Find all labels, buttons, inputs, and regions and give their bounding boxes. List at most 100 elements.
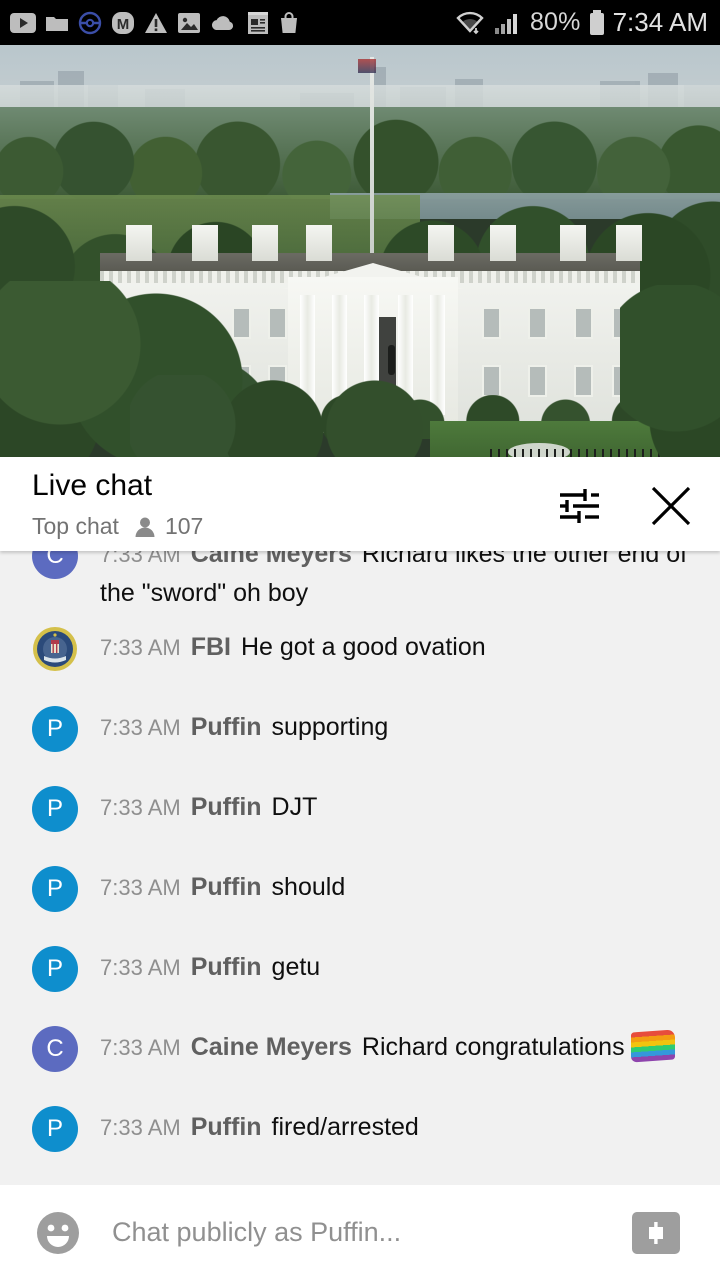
avatar[interactable]: P [32, 866, 78, 912]
cloud-icon [211, 15, 234, 30]
message-timestamp: 7:33 AM [100, 795, 181, 820]
avatar[interactable]: P [32, 786, 78, 832]
chat-message-row[interactable]: P 7:33 AM Puffin should [0, 852, 720, 932]
message-timestamp: 7:33 AM [100, 1035, 181, 1060]
chimney [428, 225, 454, 261]
message-text: Richard likes the other end of the "swor… [100, 551, 688, 607]
super-chat-button[interactable] [632, 1211, 680, 1254]
emoji-smiley-icon [37, 1211, 79, 1254]
message-author[interactable]: Puffin [191, 793, 262, 821]
folder-icon [46, 16, 68, 31]
window [482, 365, 501, 397]
message-text: fired/arrested [271, 1113, 419, 1141]
us-flag [358, 59, 376, 73]
message-timestamp: 7:33 AM [100, 955, 181, 980]
message-timestamp: 7:33 AM [100, 1115, 181, 1140]
close-icon [651, 486, 691, 526]
close-chat-button[interactable] [642, 477, 700, 535]
youtube-icon [10, 12, 36, 33]
warning-icon [145, 12, 167, 33]
chimney [616, 225, 642, 261]
avatar[interactable]: P [32, 706, 78, 752]
avatar[interactable] [32, 626, 78, 672]
tune-icon [560, 489, 599, 523]
chat-message-body: 7:33 AM Caine Meyers Richard congratulatio… [78, 1012, 706, 1067]
chimney [192, 225, 218, 261]
chat-message-row[interactable]: C 7:33 AM Caine Meyers Richard congratulati… [0, 1012, 720, 1092]
person-icon [135, 517, 155, 537]
message-author[interactable]: Caine Meyers [191, 1033, 352, 1061]
chimney [126, 225, 152, 261]
avatar[interactable]: P [32, 1106, 78, 1152]
chat-message-row[interactable]: 7:33 AM FBI He got a good ovation [0, 612, 720, 692]
status-bar-clock: 7:34 AM [612, 7, 708, 37]
message-timestamp: 7:33 AM [100, 875, 181, 900]
status-bar: M 80% 7:34 AM [0, 0, 720, 45]
chat-message-row[interactable]: P 7:33 AM Puffin fired/arrested [0, 1092, 720, 1172]
message-text: He got a good ovation [241, 633, 486, 661]
chat-input[interactable] [112, 1217, 632, 1248]
status-bar-system-icons: 80% 7:34 AM [454, 7, 708, 38]
message-text: supporting [271, 713, 389, 741]
chat-message-row[interactable]: P 7:33 AM Puffin DJT [0, 772, 720, 852]
chat-message-row[interactable]: P 7:33 AM Puffin supporting [0, 692, 720, 772]
emoji-picker-button[interactable] [30, 1205, 86, 1261]
tree-cluster-right [620, 285, 720, 457]
m-app-icon: M [112, 11, 134, 34]
message-timestamp: 7:33 AM [100, 551, 181, 567]
chat-subheader[interactable]: Top chat 107 [32, 513, 203, 540]
status-bar-notification-icons: M [10, 11, 300, 35]
chat-mode-label[interactable]: Top chat [32, 513, 119, 540]
message-author[interactable]: Puffin [191, 953, 262, 981]
cell-signal-icon [494, 13, 517, 34]
window [574, 365, 593, 397]
avatar[interactable]: C [32, 551, 78, 579]
chat-message-row[interactable]: C 7:33 AM Caine Meyers Richard likes the ot… [0, 551, 720, 612]
message-author[interactable]: Caine Meyers [191, 551, 352, 568]
bag-icon [281, 11, 297, 33]
chat-message-body: 7:33 AM Puffin getu [78, 932, 706, 987]
chimney [252, 225, 278, 261]
message-timestamp: 7:33 AM [100, 635, 181, 660]
page-title: Live chat [32, 469, 153, 502]
flagpole [370, 57, 374, 262]
avatar[interactable]: C [32, 1026, 78, 1072]
chat-message-list[interactable]: C 7:33 AM Caine Meyers Richard likes the ot… [0, 551, 720, 1185]
tree-cluster-center [130, 375, 470, 457]
battery-percent-label: 80% [529, 8, 581, 36]
window [574, 307, 593, 339]
chat-message-body: 7:33 AM FBI He got a good ovation [78, 612, 706, 667]
wifi-icon [456, 11, 484, 34]
far-treeline [0, 107, 720, 199]
message-text: DJT [271, 793, 318, 821]
message-author[interactable]: Puffin [191, 713, 262, 741]
window [482, 307, 501, 339]
person-silhouette [388, 345, 395, 375]
chat-message-body: 7:33 AM Puffin supporting [78, 692, 706, 747]
chat-message-body: 7:33 AM Puffin should [78, 852, 706, 907]
message-author[interactable]: FBI [191, 633, 231, 661]
chimney [306, 225, 332, 261]
news-icon [248, 11, 268, 34]
chat-message-body: 7:33 AM Puffin DJT [78, 772, 706, 827]
chimney [560, 225, 586, 261]
chat-settings-button[interactable] [550, 477, 608, 535]
video-player[interactable] [0, 45, 720, 457]
window [528, 365, 547, 397]
message-text: getu [271, 953, 321, 981]
photo-icon [178, 12, 200, 33]
chat-input-bar [0, 1185, 720, 1280]
avatar[interactable]: P [32, 946, 78, 992]
chat-message-row[interactable]: P 7:33 AM Puffin getu [0, 932, 720, 1012]
window [268, 307, 287, 339]
message-author[interactable]: Puffin [191, 873, 262, 901]
live-chat-header: Live chat Top chat 107 [0, 457, 720, 551]
message-text: Richard congratulations [361, 1033, 625, 1061]
message-author[interactable]: Puffin [191, 1113, 262, 1141]
fbi-seal-icon [33, 627, 77, 671]
rainbow-flag-icon [630, 1029, 675, 1063]
pokeball-icon [78, 11, 102, 34]
chat-message-body: 7:33 AM Puffin fired/arrested [78, 1092, 706, 1147]
message-text: should [271, 873, 346, 901]
window [528, 307, 547, 339]
